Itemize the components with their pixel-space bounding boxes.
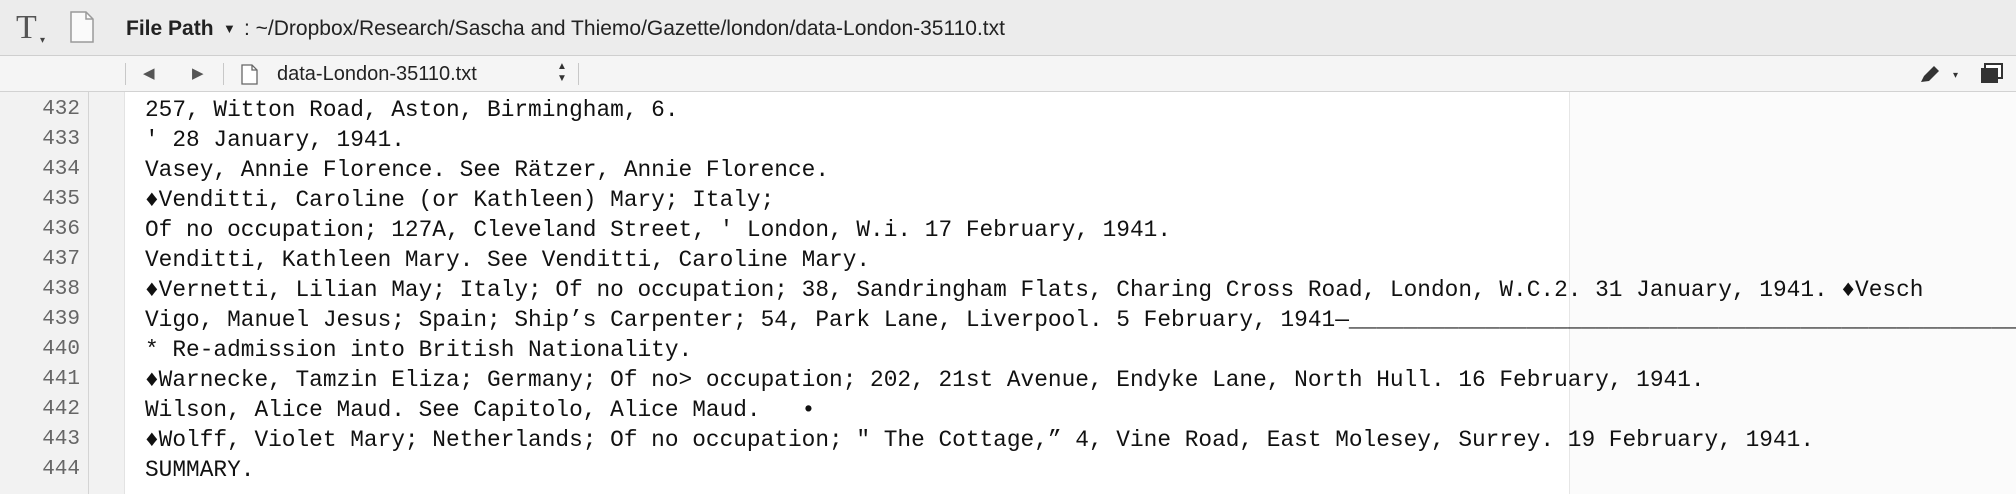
line-number: 434 [42,158,80,181]
line-number: 432 [42,98,80,121]
file-path-value: : ~/Dropbox/Research/Sascha and Thiemo/G… [244,17,1005,40]
text-line[interactable]: ' 28 January, 1941. [145,125,405,155]
separator [125,63,126,85]
forward-arrow-icon[interactable]: ▶ [192,65,204,83]
line-number: 440 [42,338,80,361]
file-select-stepper-icon[interactable]: ▲ ▼ [557,61,567,85]
text-line[interactable]: Venditti, Kathleen Mary. See Venditti, C… [145,245,870,275]
line-number: 439 [42,308,80,331]
text-line[interactable]: ♦Warnecke, Tamzin Eliza; Germany; Of no>… [145,365,1705,395]
chevron-down-icon[interactable]: ▾ [1953,70,1958,81]
line-number: 437 [42,248,80,271]
separator [223,63,224,85]
text-line[interactable]: ♦Venditti, Caroline (or Kathleen) Mary; … [145,185,774,215]
separator [578,63,579,85]
title-bar: T ▾ File Path ▼ : ~/Dropbox/Research/Sasc… [0,0,2016,56]
file-path-label[interactable]: File Path [126,16,214,42]
file-document-icon [241,64,258,85]
line-number: 442 [42,398,80,421]
back-arrow-icon[interactable]: ◀ [143,65,155,83]
copy-icon[interactable] [1980,63,2010,85]
line-number: 438 [42,278,80,301]
line-number: 435 [42,188,80,211]
text-line[interactable]: * Re-admission into British Nationality. [145,335,692,365]
line-number-gutter: 432 433 434 435 436 437 438 439 440 441 … [0,92,125,494]
navigation-bar: ◀ ▶ data-London-35110.txt ▲ ▼ ▾ [0,56,2016,92]
chevron-down-icon[interactable]: ▼ [223,22,236,36]
pen-icon[interactable] [1919,64,1941,84]
text-line[interactable]: 257, Witton Road, Aston, Birmingham, 6. [145,95,679,125]
text-line[interactable]: Of no occupation; 127A, Cleveland Street… [145,215,1171,245]
text-line[interactable]: SUMMARY. [145,455,254,485]
text-line[interactable]: ♦Vernetti, Lilian May; Italy; Of no occu… [145,275,1923,305]
line-number: 444 [42,458,80,481]
line-number: 433 [42,128,80,151]
line-number: 443 [42,428,80,451]
text-format-icon[interactable]: T ▾ [16,10,46,48]
text-line[interactable]: ♦Wolff, Violet Mary; Netherlands; Of no … [145,425,1814,455]
text-line[interactable]: Vigo, Manuel Jesus; Spain; Ship’s Carpen… [145,305,2016,335]
line-number: 441 [42,368,80,391]
document-icon[interactable] [70,11,94,43]
text-editor[interactable]: 257, Witton Road, Aston, Birmingham, 6. … [125,92,2016,494]
text-line[interactable]: Wilson, Alice Maud. See Capitolo, Alice … [145,395,815,425]
line-number: 436 [42,218,80,241]
text-line[interactable]: Vasey, Annie Florence. See Rätzer, Annie… [145,155,829,185]
file-selector[interactable]: data-London-35110.txt [277,63,477,85]
gutter-divider [88,92,89,494]
